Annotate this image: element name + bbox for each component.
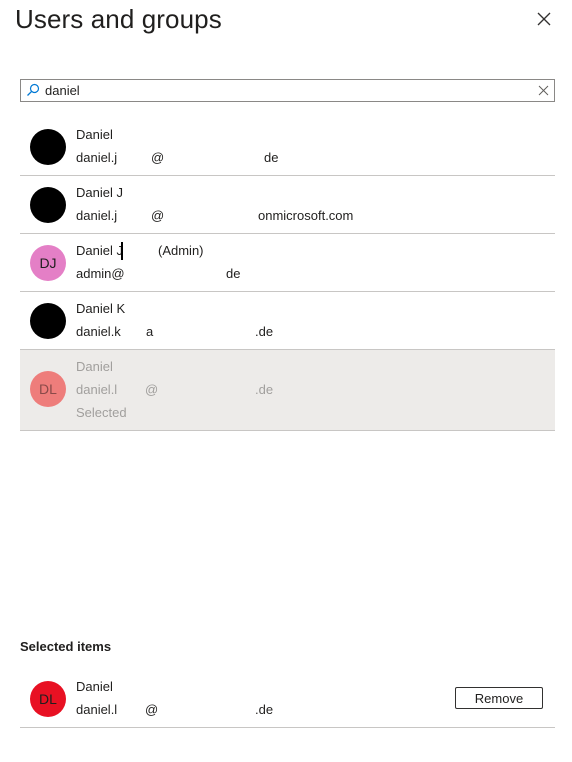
clear-icon[interactable] [538,85,549,96]
email-local-part: daniel.k [76,324,121,339]
search-box[interactable] [20,79,555,102]
email-domain-part: de [226,266,241,281]
email-domain-part: de [264,150,279,165]
email-local-part: admin@ [76,266,125,281]
email-domain-part: .de [255,382,274,397]
selected-items-heading: Selected items [20,639,112,654]
search-input[interactable] [45,80,525,101]
user-name: Daniel [76,679,113,694]
result-row-selected[interactable]: DL Daniel daniel.l @ .de Selected [20,350,555,431]
user-name: Daniel [76,359,113,374]
search-results-list: Daniel daniel.j @ de Daniel J daniel.j @… [20,118,555,431]
panel-title: Users and groups [15,4,222,34]
email-domain-part: .de [255,702,274,717]
result-row[interactable]: Daniel J daniel.j @ onmicrosoft.com [20,176,555,234]
text-cursor [121,242,123,260]
avatar [30,129,66,165]
search-icon [27,83,40,96]
email-local-part: daniel.j [76,150,118,165]
user-name: Daniel [76,127,113,142]
user-email: daniel.l @ .de [76,702,273,762]
selected-status: Selected [76,405,127,420]
email-at-sign: @ [151,150,165,165]
remove-button[interactable]: Remove [455,687,543,709]
avatar [30,187,66,223]
email-local-part: daniel.l [76,702,118,717]
email-domain-part: onmicrosoft.com [258,208,354,223]
avatar [30,303,66,339]
result-row[interactable]: Daniel K daniel.k a .de [20,292,555,350]
avatar: DL [30,371,66,407]
result-row[interactable]: Daniel daniel.j @ de [20,118,555,176]
user-name: Daniel K [76,301,126,316]
selected-items-list: DL Daniel daniel.l @ .de Remove [20,670,555,728]
email-at-sign: @ [145,702,159,717]
avatar: DJ [30,245,66,281]
close-icon[interactable] [533,8,555,30]
result-row[interactable]: DJ Daniel J (Admin) admin@ de [20,234,555,292]
email-at-sign: @ [145,382,159,397]
users-and-groups-panel: Users and groups Daniel daniel.j @ de [0,0,572,762]
email-local-part: daniel.l [76,382,118,397]
admin-tag: (Admin) [158,243,204,258]
email-at-sign: a [146,324,154,339]
avatar: DL [30,681,66,717]
user-name: Daniel J [76,185,123,200]
email-domain-part: .de [255,324,274,339]
selected-item-row: DL Daniel daniel.l @ .de Remove [20,670,555,728]
email-local-part: daniel.j [76,208,118,223]
user-name-text: Daniel J [76,243,123,258]
email-at-sign: @ [151,208,165,223]
